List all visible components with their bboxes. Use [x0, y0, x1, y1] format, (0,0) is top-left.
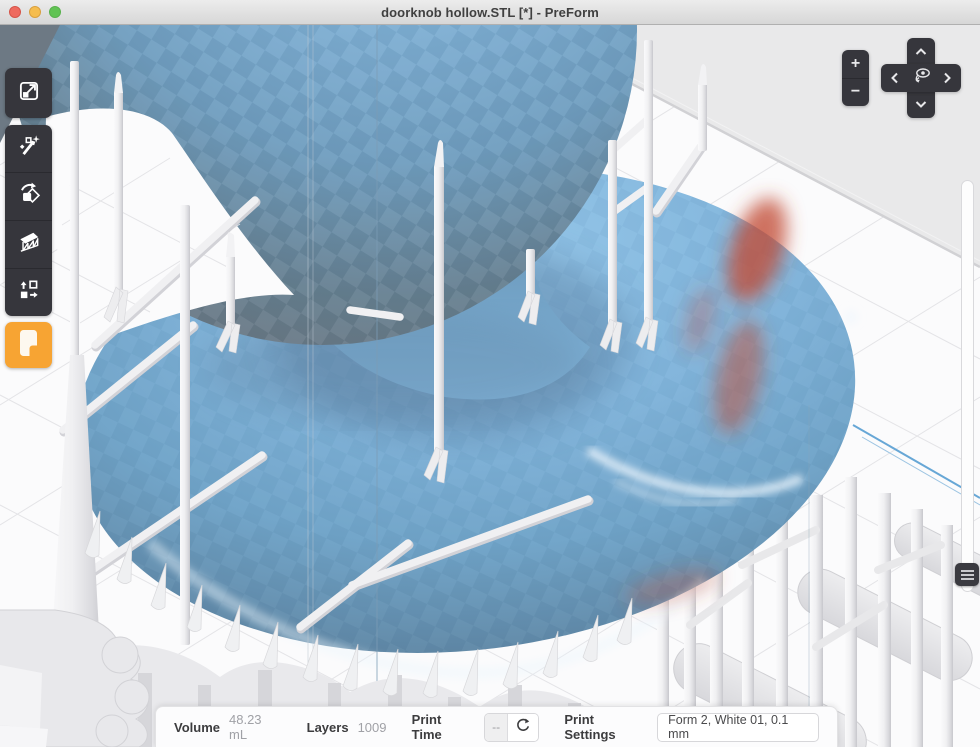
minimize-button[interactable] — [29, 6, 41, 18]
layers-label: Layers — [307, 720, 349, 735]
window-title: doorknob hollow.STL [*] - PreForm — [381, 5, 599, 20]
layout-tool-button[interactable] — [5, 269, 52, 316]
orbit-eye-icon — [910, 65, 932, 92]
refresh-print-time-button[interactable] — [508, 714, 538, 741]
print-cartridge-icon — [15, 328, 43, 363]
print-button[interactable] — [5, 322, 52, 368]
orientation-tool-button[interactable] — [5, 173, 52, 221]
layout-icon — [16, 277, 42, 308]
rotate-up-button[interactable] — [909, 40, 933, 64]
size-tool-button[interactable] — [5, 68, 52, 118]
volume-label: Volume — [174, 720, 220, 735]
title-bar: doorknob hollow.STL [*] - PreForm — [0, 0, 980, 25]
print-time-value: -- — [485, 714, 508, 741]
zoom-out-button[interactable]: − — [842, 79, 869, 107]
print-settings-label: Print Settings — [564, 712, 646, 742]
layer-slider-track[interactable] — [961, 180, 974, 592]
rotate-right-button[interactable] — [935, 66, 959, 90]
print-time-control: -- — [484, 713, 539, 742]
rotate-down-button[interactable] — [909, 92, 933, 116]
status-bar: Volume 48.23 mL Layers 1009 Print Time -… — [155, 706, 838, 747]
supports-tool-button[interactable] — [5, 221, 52, 269]
rotate-left-button[interactable] — [883, 66, 907, 90]
zoom-control: + − — [842, 50, 869, 106]
layer-slider-handle[interactable] — [955, 563, 979, 586]
refresh-icon — [515, 717, 531, 738]
orbit-view-button[interactable] — [909, 66, 933, 90]
tool-group — [5, 125, 52, 316]
fullscreen-button[interactable] — [49, 6, 61, 18]
magic-wand-icon — [16, 133, 42, 164]
viewport-3d[interactable] — [0, 25, 980, 747]
grip-lines-icon — [961, 569, 974, 580]
scale-icon — [16, 78, 42, 109]
print-time-label: Print Time — [412, 712, 473, 742]
close-button[interactable] — [9, 6, 21, 18]
supports-icon — [16, 229, 42, 260]
zoom-in-button[interactable]: + — [842, 50, 869, 79]
view-nav-pad — [881, 38, 961, 118]
one-click-print-tool-button[interactable] — [5, 125, 52, 173]
preform-window: doorknob hollow.STL [*] - PreForm — [0, 0, 980, 747]
orient-icon — [16, 181, 42, 212]
volume-value: 48.23 mL — [229, 712, 281, 742]
print-settings-selector[interactable]: Form 2, White 01, 0.1 mm — [657, 713, 819, 742]
layers-value: 1009 — [358, 720, 387, 735]
